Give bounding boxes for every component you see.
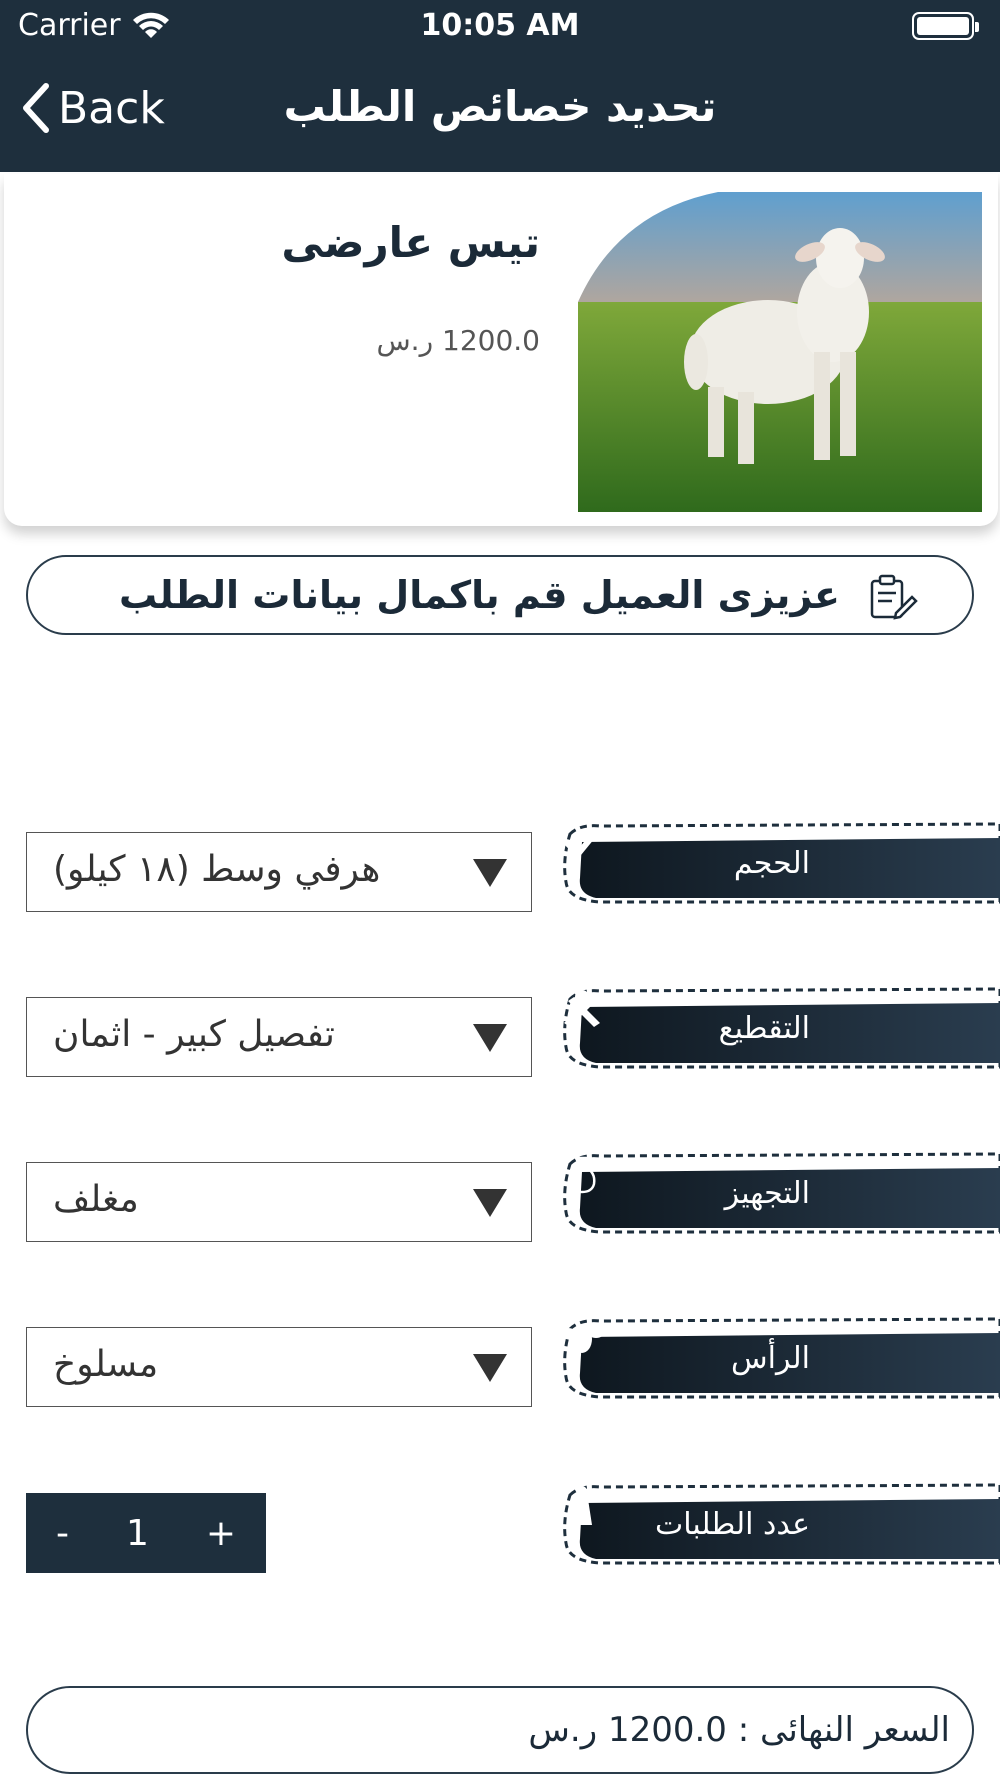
quantity-label: عدد الطلبات [655, 1507, 810, 1542]
dropdown-arrow-icon [473, 859, 507, 887]
clipboard-edit-icon [870, 574, 918, 620]
battery-icon [912, 12, 979, 40]
preparation-label-tag: التجهيز [560, 1152, 1000, 1234]
status-bar: Carrier 10:05 AM [0, 0, 1000, 54]
total-price-box: السعر النهائى : 1200.0 ر.س [26, 1686, 974, 1774]
head-dropdown[interactable]: مسلوخ [26, 1327, 532, 1407]
size-dropdown[interactable]: هرفي وسط (١٨ كيلو) [26, 832, 532, 912]
total-price: السعر النهائى : 1200.0 ر.س [528, 1710, 950, 1750]
product-name: تيس عارضى [281, 218, 540, 267]
option-row-preparation: مغلف التجهيز [0, 1152, 1000, 1242]
dropdown-arrow-icon [473, 1354, 507, 1382]
product-price: 1200.0 ر.س [376, 324, 541, 357]
increment-button[interactable]: + [206, 1513, 236, 1554]
quantity-label-tag: عدد الطلبات [560, 1483, 1000, 1565]
bag-icon [568, 1156, 596, 1194]
head-label: الرأس [731, 1341, 810, 1376]
cutting-dropdown[interactable]: تفصيل كبير - اثمان [26, 997, 532, 1077]
option-row-cutting: تفصيل كبير - اثمان التقطيع [0, 987, 1000, 1077]
cutting-value: تفصيل كبير - اثمان [53, 1014, 335, 1055]
cutting-label: التقطيع [718, 1011, 810, 1046]
status-time: 10:05 AM [420, 8, 580, 43]
quantity-row: - 1 + عدد الطلبات [0, 1483, 1000, 1573]
page-title: تحديد خصائص الطلب [283, 82, 717, 131]
navigation-bar: Carrier 10:05 AM Back تحديد خصائص الطلب [0, 0, 1000, 172]
size-label-tag: الحجم [560, 822, 1000, 904]
knives-icon [564, 990, 600, 1027]
quantity-stepper: - 1 + [26, 1493, 266, 1573]
person-icon [572, 1486, 592, 1525]
option-row-size: هرفي وسط (١٨ كيلو) الحجم [0, 822, 1000, 912]
size-value: هرفي وسط (١٨ كيلو) [53, 849, 381, 890]
notice-banner: عزيزى العميل قم باكمال بيانات الطلب [26, 555, 974, 635]
dropdown-arrow-icon [473, 1189, 507, 1217]
sheep-head-icon [560, 1325, 604, 1353]
preparation-dropdown[interactable]: مغلف [26, 1162, 532, 1242]
notice-text: عزيزى العميل قم باكمال بيانات الطلب [119, 573, 840, 617]
quantity-value: 1 [125, 1512, 149, 1554]
head-label-tag: الرأس [560, 1317, 1000, 1399]
size-label: الحجم [733, 846, 810, 881]
product-image [578, 192, 982, 512]
option-row-head: مسلوخ الرأس [0, 1317, 1000, 1407]
preparation-value: مغلف [53, 1179, 139, 1220]
dropdown-arrow-icon [473, 1024, 507, 1052]
checkmark-icon [565, 829, 599, 857]
preparation-label: التجهيز [724, 1176, 810, 1211]
cutting-label-tag: التقطيع [560, 987, 1000, 1069]
head-value: مسلوخ [53, 1344, 159, 1385]
decrement-button[interactable]: - [56, 1513, 69, 1554]
product-card: تيس عارضى 1200.0 ر.س [4, 174, 998, 526]
